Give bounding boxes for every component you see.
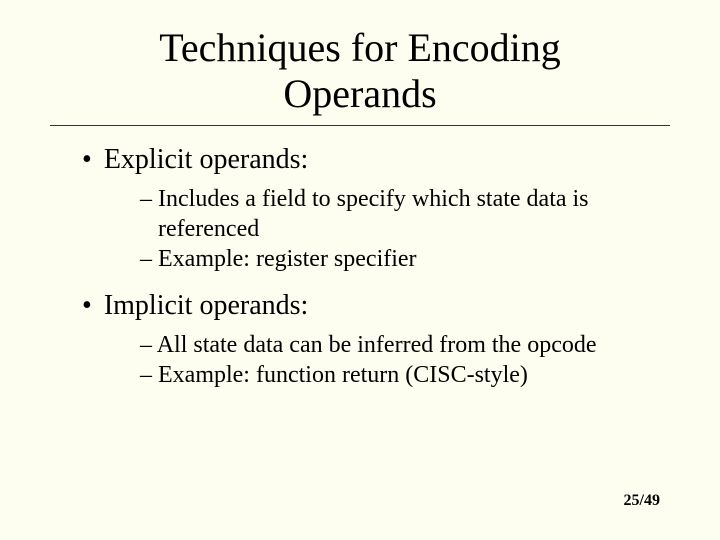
sub-bullet-item: – Example: register specifier	[140, 244, 640, 274]
sub-bullet-item: – Example: function return (CISC-style)	[140, 360, 640, 390]
sub-bullet-item: – Includes a field to specify which stat…	[140, 184, 640, 244]
bullet-dot-icon: •	[82, 290, 92, 321]
bullet-item: • Explicit operands:	[82, 144, 680, 176]
title-line-1: Techniques for Encoding	[159, 25, 561, 70]
sub-bullet-text: Example: function return (CISC-style)	[158, 362, 528, 388]
page-number: 25/49	[624, 492, 660, 510]
sub-bullet-text: Example: register specifier	[158, 246, 417, 272]
slide-title: Techniques for Encoding Operands	[40, 25, 680, 117]
bullet-item: • Implicit operands:	[82, 290, 680, 322]
sub-bullet-text: Includes a field to specify which state …	[158, 186, 589, 242]
bullet-text: Explicit operands:	[104, 144, 309, 175]
title-line-2: Operands	[283, 71, 436, 116]
sub-bullet-text: All state data can be inferred from the …	[157, 332, 597, 358]
title-underline	[50, 125, 670, 126]
bullet-text: Implicit operands:	[104, 290, 309, 321]
bullet-dot-icon: •	[82, 144, 92, 175]
sub-bullet-item: – All state data can be inferred from th…	[140, 330, 640, 360]
